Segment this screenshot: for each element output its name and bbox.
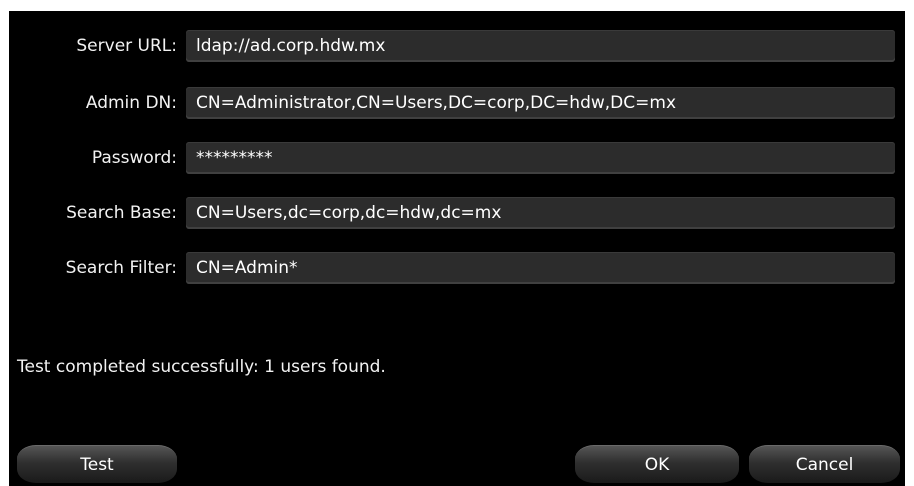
search-base-row: Search Base: CN=Users,dc=corp,dc=hdw,dc=… xyxy=(9,197,905,229)
ldap-settings-dialog: Server URL: ldap://ad.corp.hdw.mx Admin … xyxy=(9,11,905,486)
test-status-text: Test completed successfully: 1 users fou… xyxy=(17,357,386,377)
search-filter-value: CN=Admin* xyxy=(196,258,298,278)
admin-dn-row: Admin DN: CN=Administrator,CN=Users,DC=c… xyxy=(9,87,905,119)
admin-dn-field[interactable]: CN=Administrator,CN=Users,DC=corp,DC=hdw… xyxy=(186,87,895,119)
admin-dn-label: Admin DN: xyxy=(85,93,177,113)
search-filter-field[interactable]: CN=Admin* xyxy=(186,252,895,284)
test-button[interactable]: Test xyxy=(17,445,177,483)
search-filter-label: Search Filter: xyxy=(65,258,177,278)
server-url-value: ldap://ad.corp.hdw.mx xyxy=(196,36,386,56)
search-base-value: CN=Users,dc=corp,dc=hdw,dc=mx xyxy=(196,203,502,223)
search-base-label: Search Base: xyxy=(66,203,177,223)
admin-dn-value: CN=Administrator,CN=Users,DC=corp,DC=hdw… xyxy=(196,93,677,113)
server-url-row: Server URL: ldap://ad.corp.hdw.mx xyxy=(9,30,905,62)
search-base-field[interactable]: CN=Users,dc=corp,dc=hdw,dc=mx xyxy=(186,197,895,229)
password-row: Password: ********* xyxy=(9,142,905,174)
server-url-label: Server URL: xyxy=(76,36,177,56)
cancel-button[interactable]: Cancel xyxy=(749,445,900,483)
server-url-field[interactable]: ldap://ad.corp.hdw.mx xyxy=(186,30,895,62)
password-label: Password: xyxy=(91,148,177,168)
search-filter-row: Search Filter: CN=Admin* xyxy=(9,252,905,284)
ok-button[interactable]: OK xyxy=(575,445,739,483)
password-value: ********* xyxy=(196,148,273,168)
password-field[interactable]: ********* xyxy=(186,142,895,174)
